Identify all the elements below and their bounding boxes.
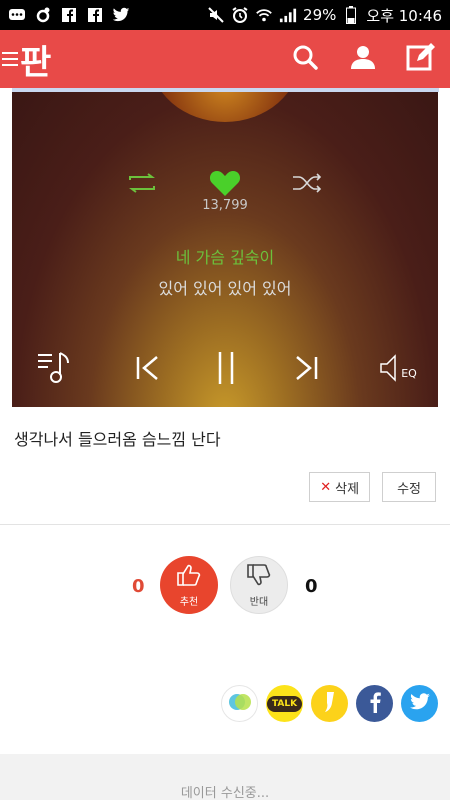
app-header: 판 (0, 30, 450, 88)
previous-icon (135, 354, 161, 386)
lyric-next: 있어 있어 있어 있어 (158, 279, 292, 298)
heart-icon (209, 169, 241, 201)
signal-icon (279, 6, 297, 24)
like-button[interactable] (207, 170, 243, 200)
vote-section: 0 추천 반대 0 (0, 556, 450, 618)
playlist-icon (36, 351, 72, 389)
post-content: 생각나서 들으러옴 슴느낌 난다 (14, 430, 221, 449)
search-button[interactable] (290, 44, 320, 74)
profile-button[interactable] (348, 44, 378, 74)
upvote-label: 추천 (179, 596, 199, 608)
pause-icon (215, 350, 237, 390)
pause-button[interactable] (209, 350, 243, 390)
battery-percent: 29% (303, 6, 337, 24)
close-icon: ✕ (320, 479, 332, 495)
mute-icon (207, 6, 225, 24)
delete-label: 삭제 (335, 481, 360, 497)
eq-label: EQ (401, 366, 417, 380)
facebook-icon (368, 691, 382, 717)
twitter-icon (409, 692, 431, 715)
comments-loading-area: 데이터 수신중... (0, 754, 450, 801)
sync-icon (34, 6, 52, 24)
shuffle-icon (291, 173, 323, 197)
like-count: 13,799 (202, 198, 248, 213)
share-twitter-button[interactable] (401, 685, 438, 722)
search-icon (292, 44, 318, 74)
upvote-count: 0 (132, 576, 145, 597)
share-kakaotalk-button[interactable]: TALK (266, 685, 303, 722)
twitter-notification-icon (112, 6, 130, 24)
share-kakaostory-button[interactable] (311, 685, 348, 722)
section-divider (0, 524, 450, 525)
app-logo[interactable]: 판 (2, 30, 51, 88)
downvote-button[interactable]: 반대 (230, 556, 288, 614)
equalizer-button[interactable]: EQ (376, 350, 420, 390)
facebook-notification-icon-2 (86, 6, 104, 24)
status-bar: 29% 오후 10:46 (0, 0, 450, 30)
repeat-button[interactable] (124, 170, 160, 200)
share-facebook-button[interactable] (356, 685, 393, 722)
alarm-icon (231, 6, 249, 24)
upvote-button[interactable]: 추천 (160, 556, 218, 614)
album-art (150, 92, 300, 122)
delete-button[interactable]: ✕ 삭제 (309, 472, 371, 502)
next-icon (293, 354, 319, 386)
logo-text: 판 (20, 42, 51, 83)
kakaotalk-icon: TALK (266, 695, 303, 712)
thumbs-up-icon (176, 563, 202, 591)
lyric-current: 네 가슴 깊숙이 (175, 248, 275, 267)
write-button[interactable] (406, 42, 436, 76)
post-actions: ✕ 삭제 수정 (309, 472, 436, 502)
clock: 오후 10:46 (366, 6, 442, 25)
downvote-label: 반대 (249, 596, 269, 608)
shuffle-button[interactable] (289, 170, 325, 200)
share-buttons: TALK (221, 685, 438, 722)
playlist-button[interactable] (34, 350, 74, 390)
repeat-icon (126, 173, 158, 197)
facebook-notification-icon (60, 6, 78, 24)
thumbs-down-icon (246, 563, 272, 591)
edit-button[interactable]: 수정 (382, 472, 436, 502)
edit-icon (406, 42, 436, 76)
share-band-button[interactable] (221, 685, 258, 722)
user-icon (350, 44, 376, 74)
previous-button[interactable] (130, 350, 166, 390)
message-icon (8, 6, 26, 24)
wifi-icon (255, 6, 273, 24)
downvote-count: 0 (305, 576, 318, 597)
kakaostory-icon (321, 690, 339, 718)
system-status: 29% 오후 10:46 (207, 5, 442, 26)
menu-icon[interactable] (2, 52, 18, 66)
loading-text: 데이터 수신중... (180, 786, 270, 801)
band-icon (227, 690, 253, 718)
next-button[interactable] (288, 350, 324, 390)
notification-icons (8, 6, 130, 24)
battery-icon (342, 6, 360, 24)
music-player-image: 13,799 네 가슴 깊숙이 있어 있어 있어 있어 EQ (12, 92, 438, 407)
edit-label: 수정 (397, 481, 421, 497)
